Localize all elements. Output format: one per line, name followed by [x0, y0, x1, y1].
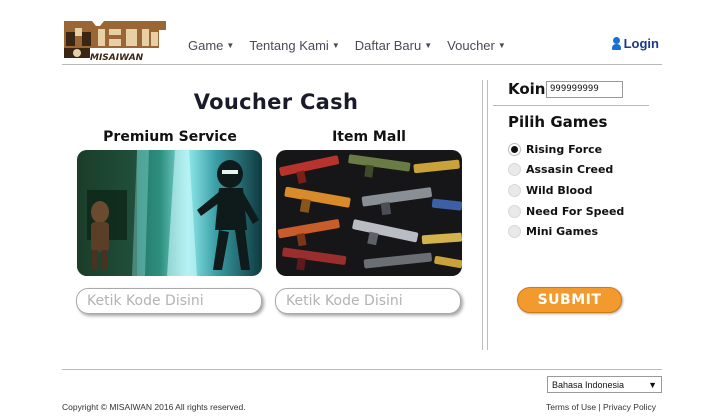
game-radio-group: Rising Force Assasin Creed Wild Blood Ne… — [508, 139, 624, 242]
game-option-assasin-creed[interactable]: Assasin Creed — [508, 160, 624, 181]
login-link[interactable]: Login — [611, 36, 659, 51]
submit-button[interactable]: SUBMIT — [517, 287, 622, 313]
footer-divider — [62, 369, 662, 370]
premium-service-code-input[interactable] — [76, 288, 262, 314]
user-icon — [611, 37, 621, 50]
item-mall-illustration — [276, 150, 462, 276]
content-divider — [482, 80, 488, 350]
premium-service-illustration — [77, 150, 262, 276]
site-logo[interactable]: MISAIWAN — [62, 18, 168, 63]
game-option-label: Mini Games — [526, 225, 599, 239]
main-nav: Game ▼ Tentang Kami ▼ Daftar Baru ▼ Vouc… — [188, 38, 506, 53]
games-title: Pilih Games — [508, 113, 608, 131]
nav-item-label: Game — [188, 38, 224, 53]
footer-links: Terms of Use | Privacy Policy — [546, 402, 656, 412]
nav-item-label: Daftar Baru — [354, 38, 422, 53]
premium-service-title: Premium Service — [103, 129, 237, 145]
game-option-label: Need For Speed — [526, 204, 625, 218]
item-mall-image[interactable] — [276, 150, 462, 276]
nav-item-label: Tentang Kami — [249, 38, 329, 53]
page: MISAIWAN Game ▼ Tentang Kami ▼ Daftar Ba… — [0, 0, 703, 416]
chevron-down-icon: ▼ — [424, 41, 433, 50]
terms-of-use-link[interactable]: Terms of Use — [546, 402, 596, 412]
game-option-label: Assasin Creed — [526, 163, 614, 177]
game-option-label: Wild Blood — [526, 183, 593, 197]
radio-button[interactable] — [508, 225, 521, 239]
header-divider — [62, 64, 662, 65]
nav-item-label: Voucher — [447, 38, 495, 53]
logo-graphic: MISAIWAN — [62, 18, 168, 63]
nav-item-tentang-kami[interactable]: Tentang Kami ▼ — [249, 38, 339, 53]
chevron-down-icon: ▼ — [648, 379, 657, 390]
radio-button[interactable] — [508, 204, 521, 218]
premium-service-image[interactable] — [77, 150, 262, 276]
radio-button-selected[interactable] — [508, 142, 521, 156]
item-mall-title: Item Mall — [332, 129, 406, 145]
language-select[interactable]: Bahasa Indonesia ▼ — [547, 376, 662, 393]
logo-text: MISAIWAN — [90, 53, 144, 62]
radio-button[interactable] — [508, 183, 521, 197]
koin-value: 999999999 — [546, 81, 623, 98]
chevron-down-icon: ▼ — [331, 41, 340, 50]
sidebar-divider — [493, 105, 649, 106]
chevron-down-icon: ▼ — [497, 41, 506, 50]
koin-label: Koin — [508, 80, 546, 98]
privacy-policy-link[interactable]: Privacy Policy — [603, 402, 656, 412]
copyright-text: Copyright © MISAIWAN 2016 All rights res… — [62, 402, 246, 412]
nav-item-game[interactable]: Game ▼ — [188, 38, 234, 53]
chevron-down-icon: ▼ — [226, 41, 235, 50]
game-option-label: Rising Force — [526, 142, 603, 156]
game-option-need-for-speed[interactable]: Need For Speed — [508, 201, 624, 222]
footer-link-separator: | — [598, 402, 601, 412]
language-select-value: Bahasa Indonesia — [552, 379, 625, 390]
item-mall-code-input[interactable] — [275, 288, 461, 314]
nav-item-daftar-baru[interactable]: Daftar Baru ▼ — [355, 38, 432, 53]
radio-button[interactable] — [508, 163, 521, 177]
game-option-rising-force[interactable]: Rising Force — [508, 139, 624, 160]
login-label: Login — [623, 36, 659, 51]
nav-item-voucher[interactable]: Voucher ▼ — [447, 38, 506, 53]
page-title: Voucher Cash — [193, 90, 359, 114]
game-option-mini-games[interactable]: Mini Games — [508, 221, 624, 242]
game-option-wild-blood[interactable]: Wild Blood — [508, 180, 624, 201]
